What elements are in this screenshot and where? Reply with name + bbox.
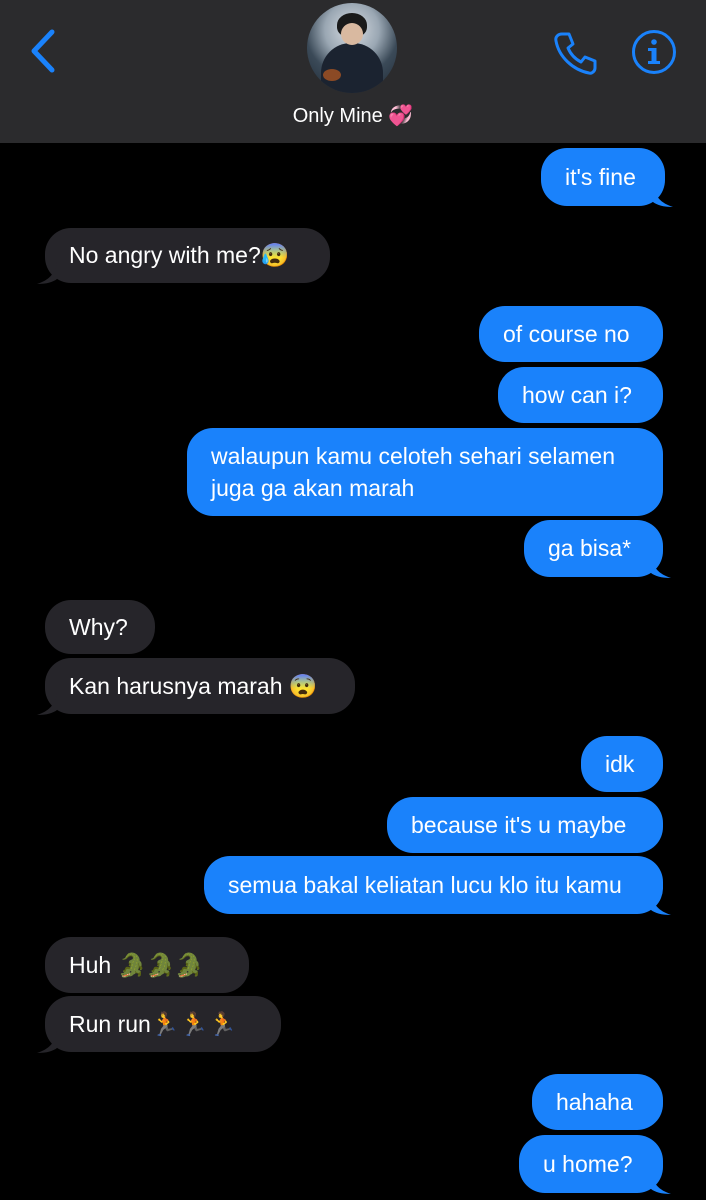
- message-text: how can i?: [522, 382, 632, 408]
- bubble-tail: [37, 262, 57, 284]
- conversation-header: Only Mine 💞: [0, 0, 706, 143]
- bubble-tail: [653, 185, 673, 207]
- chevron-left-icon: [31, 29, 55, 73]
- bubble-tail: [37, 693, 57, 715]
- sent-message-bubble[interactable]: ga bisa*: [524, 520, 671, 578]
- message-text: because it's u maybe: [411, 812, 627, 838]
- message-text: walaupun kamu celoteh sehari selamen jug…: [211, 443, 616, 501]
- message-text: of course no: [503, 321, 630, 347]
- sent-message-bubble[interactable]: semua bakal keliatan lucu klo itu kamu: [204, 856, 671, 915]
- bubble-tail: [37, 1031, 57, 1053]
- received-message-bubble[interactable]: Kan harusnya marah 😨: [37, 658, 355, 715]
- message-text: Huh 🐊🐊🐊: [69, 952, 204, 978]
- bubble-tail: [651, 1172, 671, 1194]
- back-button[interactable]: [26, 26, 66, 76]
- sent-message-bubble[interactable]: walaupun kamu celoteh sehari selamen jug…: [187, 428, 663, 516]
- message-text: u home?: [543, 1151, 633, 1177]
- phone-icon: [554, 32, 597, 75]
- contact-name-label: Only Mine: [292, 105, 383, 127]
- call-button[interactable]: [551, 29, 599, 77]
- message-text: it's fine: [565, 164, 636, 190]
- contact-avatar[interactable]: [307, 3, 397, 93]
- contact-name[interactable]: Only Mine 💞: [0, 103, 706, 128]
- message-text: semua bakal keliatan lucu klo itu kamu: [228, 872, 622, 898]
- message-text: ga bisa*: [548, 535, 632, 561]
- bubble-tail: [651, 893, 671, 915]
- message-text: Why?: [69, 614, 128, 640]
- info-button[interactable]: [631, 29, 677, 75]
- received-message-bubble[interactable]: Run run🏃🏃🏃: [37, 996, 281, 1053]
- message-text: No angry with me?😰: [69, 242, 290, 268]
- message-text: idk: [605, 751, 635, 777]
- sent-message-bubble[interactable]: how can i?: [498, 367, 663, 423]
- contact-heart-emoji: 💞: [388, 105, 414, 127]
- sent-message-bubble[interactable]: hahaha: [532, 1074, 663, 1130]
- sent-message-bubble[interactable]: u home?: [519, 1135, 671, 1194]
- sent-message-bubble[interactable]: of course no: [479, 306, 663, 362]
- sent-message-bubble[interactable]: because it's u maybe: [387, 797, 663, 853]
- info-icon: [632, 30, 676, 74]
- sent-message-bubble[interactable]: idk: [581, 736, 663, 792]
- sent-message-bubble[interactable]: it's fine: [541, 148, 673, 207]
- message-text: Run run🏃🏃🏃: [69, 1011, 237, 1037]
- received-message-bubble[interactable]: No angry with me?😰: [37, 228, 330, 284]
- bubble-tail: [651, 556, 671, 578]
- message-text: hahaha: [556, 1089, 633, 1115]
- received-message-bubble[interactable]: Why?: [45, 600, 155, 654]
- message-text: Kan harusnya marah 😨: [69, 673, 318, 699]
- received-message-bubble[interactable]: Huh 🐊🐊🐊: [45, 937, 249, 993]
